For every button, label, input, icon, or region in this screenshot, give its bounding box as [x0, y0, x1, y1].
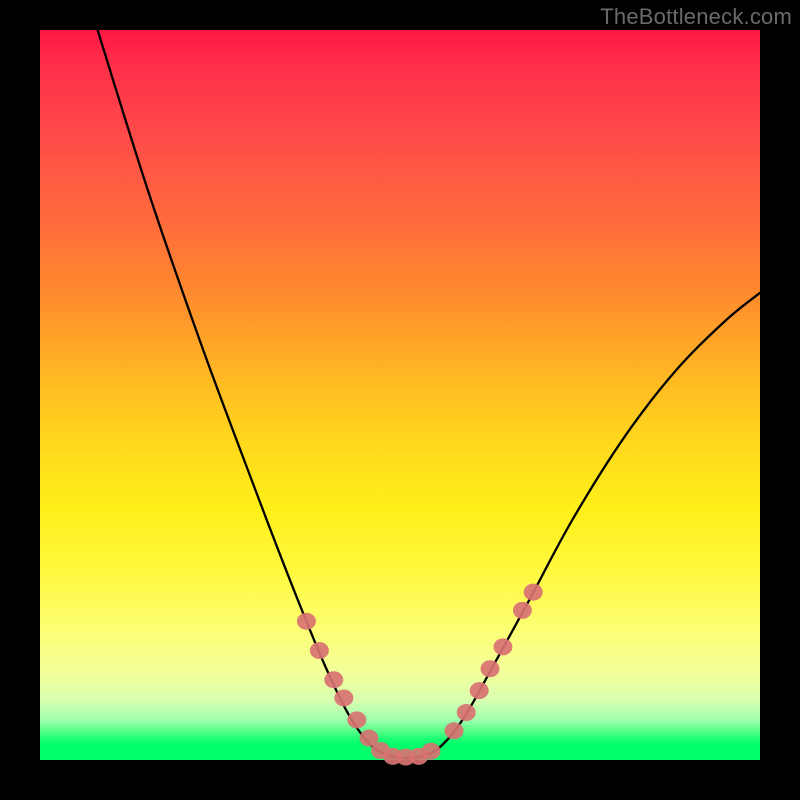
- highlight-dot: [470, 682, 489, 699]
- highlight-dot: [524, 584, 543, 601]
- highlight-dot: [457, 704, 476, 721]
- chart-frame: TheBottleneck.com: [0, 0, 800, 800]
- highlight-dot: [445, 722, 464, 739]
- highlight-dot: [421, 743, 440, 760]
- highlight-dot: [310, 642, 329, 659]
- watermark-text: TheBottleneck.com: [600, 4, 792, 30]
- highlight-dot: [334, 689, 353, 706]
- highlight-dot: [481, 660, 500, 677]
- highlight-dot: [347, 711, 366, 728]
- highlight-dot: [493, 638, 512, 655]
- highlight-dots-group: [297, 584, 543, 766]
- bottleneck-curve-path: [98, 30, 760, 758]
- highlight-dot: [513, 602, 532, 619]
- chart-svg: [40, 30, 760, 760]
- highlight-dot: [297, 613, 316, 630]
- highlight-dot: [324, 671, 343, 688]
